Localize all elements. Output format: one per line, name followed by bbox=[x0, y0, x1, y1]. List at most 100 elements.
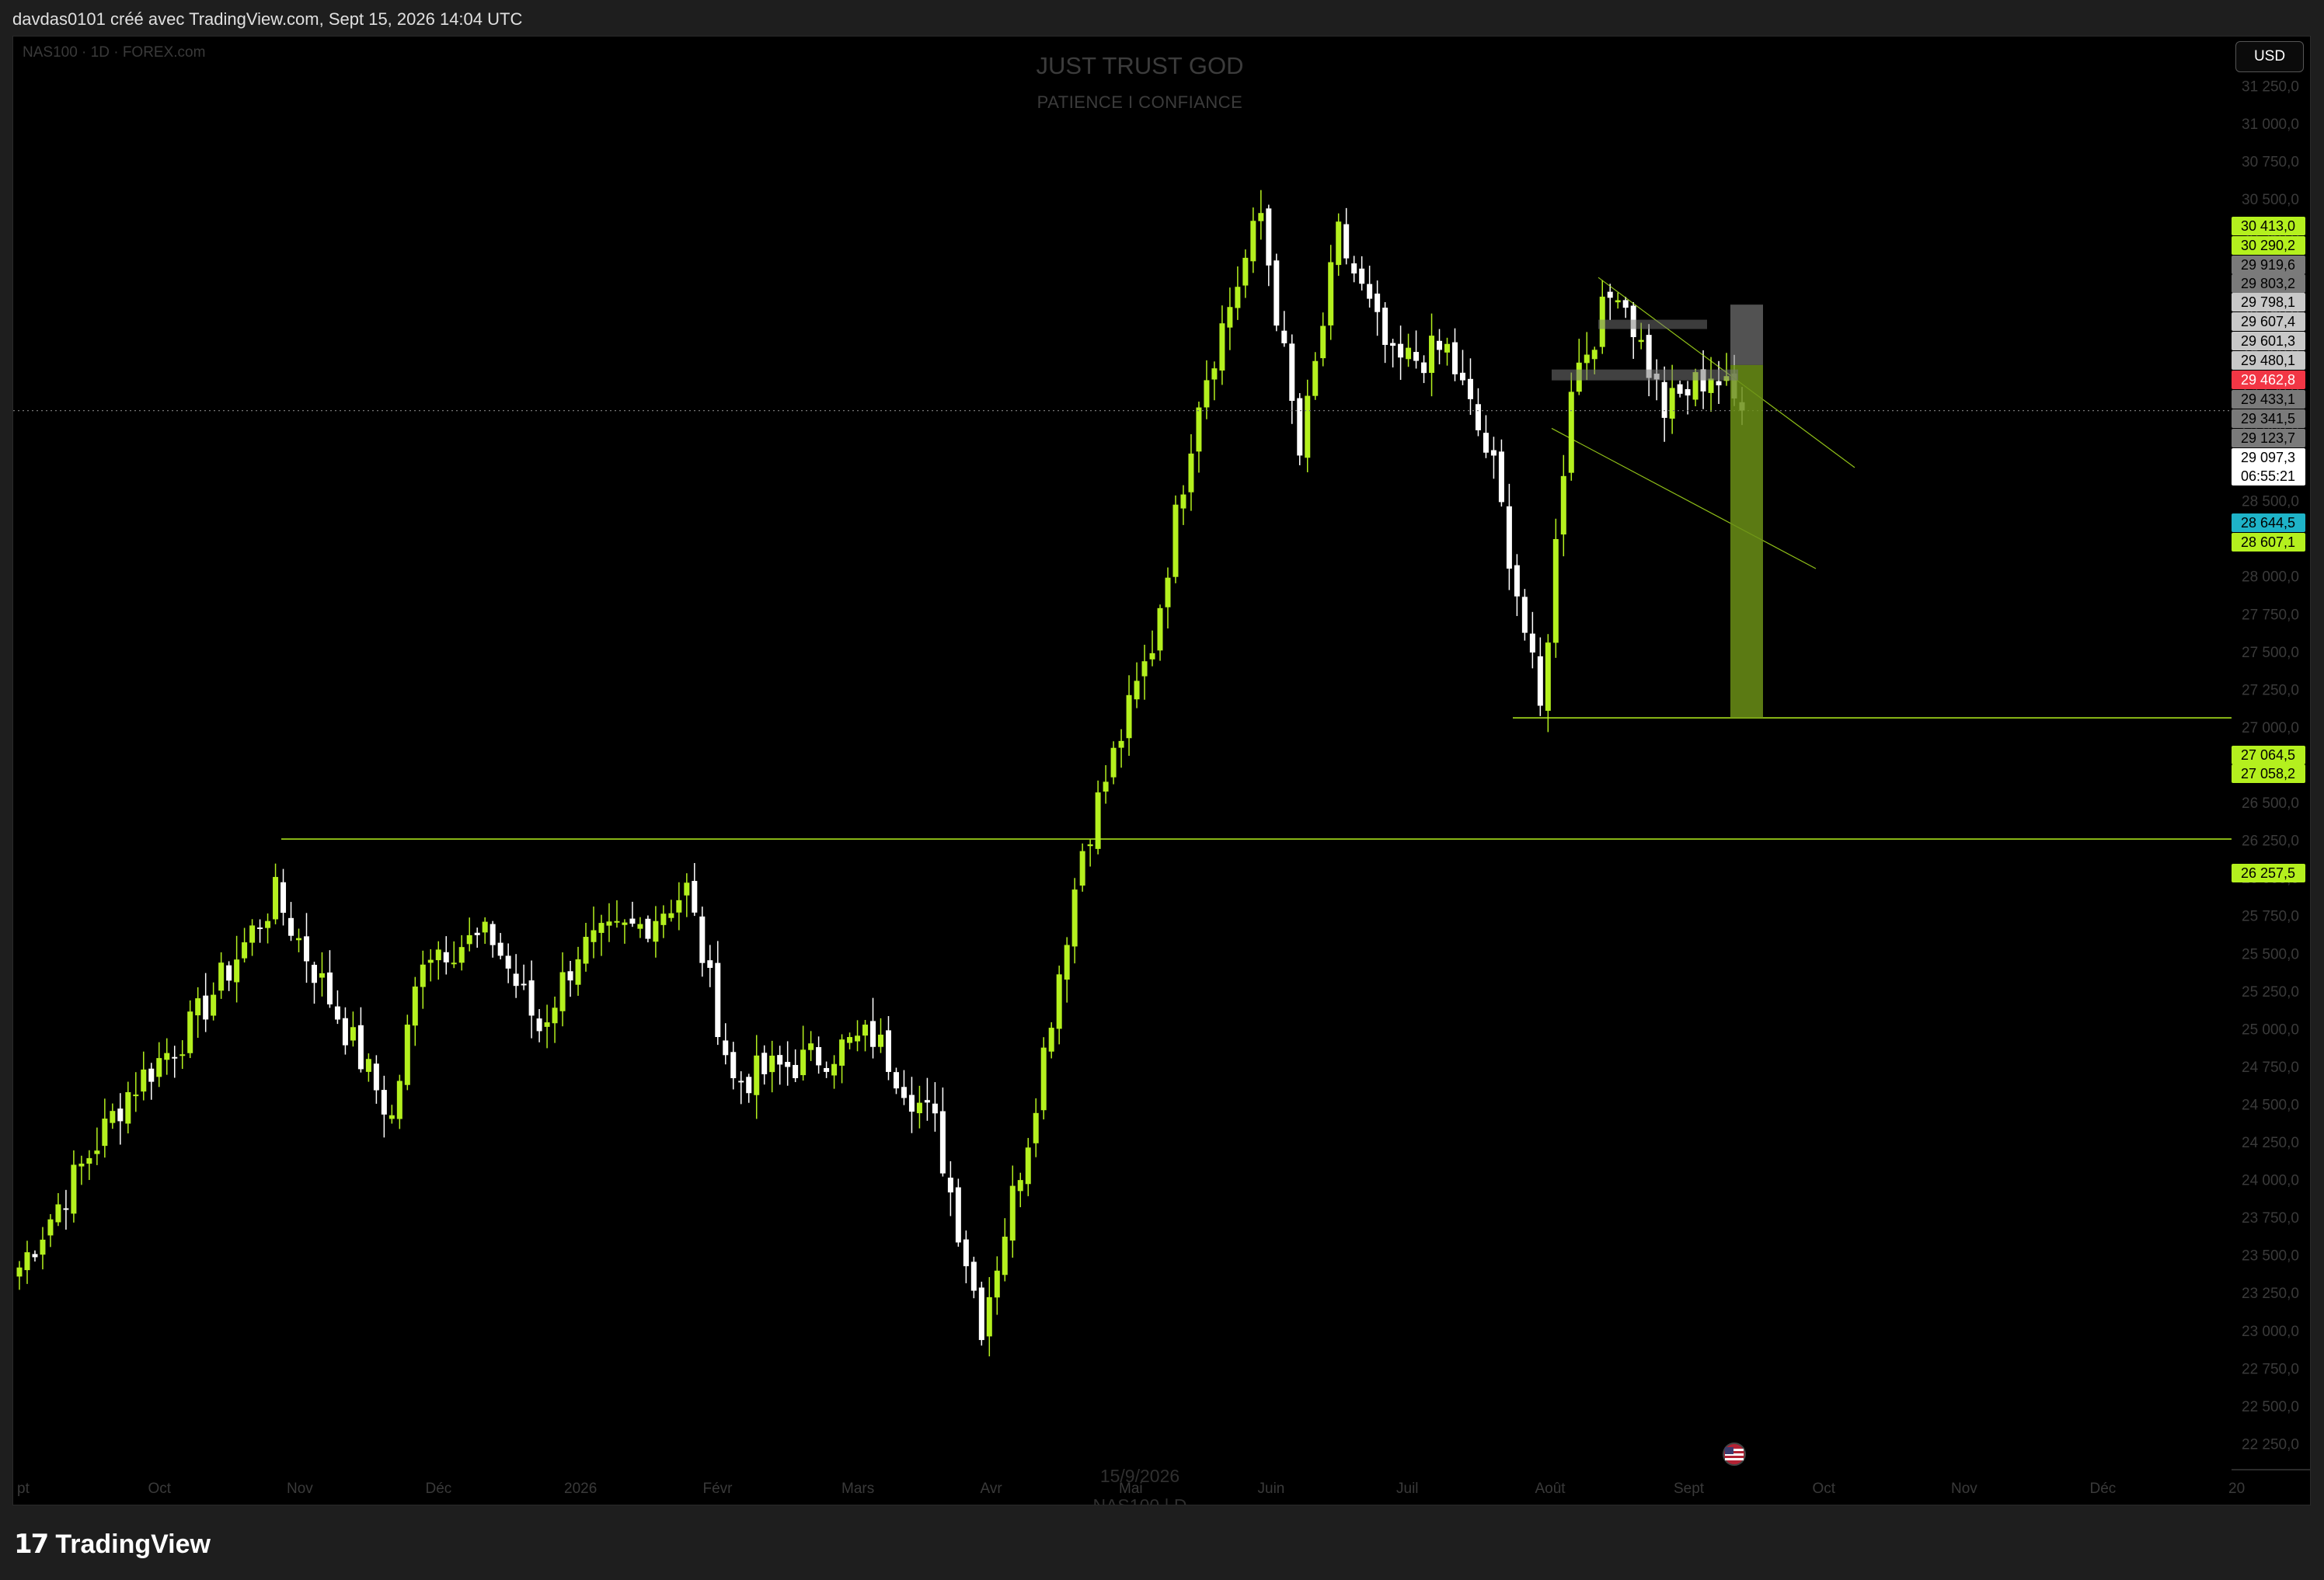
x-tick-label: Nov bbox=[1951, 1481, 1977, 1497]
candle-body bbox=[1459, 372, 1465, 381]
candle-body bbox=[1669, 388, 1675, 419]
candle-body bbox=[676, 900, 682, 913]
candle-body bbox=[707, 960, 713, 968]
price-badge-label: 30 413,0 bbox=[2241, 218, 2295, 234]
y-tick-label: 25 000,0 bbox=[2242, 1021, 2299, 1038]
price-badge-label: 29 123,7 bbox=[2241, 430, 2295, 446]
candle-body bbox=[1227, 307, 1233, 328]
price-badge-label: 26 257,5 bbox=[2241, 865, 2295, 881]
candle-body bbox=[839, 1039, 845, 1066]
candle-body bbox=[963, 1239, 969, 1267]
candle-body bbox=[978, 1287, 984, 1341]
candle-body bbox=[575, 959, 581, 985]
candle-body bbox=[777, 1055, 783, 1065]
bottom-bar: 17 TradingView bbox=[0, 1507, 2324, 1580]
candle-body bbox=[1025, 1147, 1031, 1185]
price-chart[interactable]: 31 250,031 000,030 750,030 500,030 250,0… bbox=[13, 37, 2311, 1505]
x-tick-label: Déc bbox=[426, 1481, 452, 1497]
candle-body bbox=[1048, 1028, 1054, 1052]
candle-body bbox=[1406, 347, 1412, 360]
y-tick-label: 30 500,0 bbox=[2242, 192, 2299, 208]
candle-body bbox=[1289, 343, 1295, 402]
us-flag-icon[interactable] bbox=[1717, 1441, 1751, 1467]
candle-body bbox=[427, 959, 434, 963]
candle-body bbox=[304, 936, 309, 962]
candle-body bbox=[1529, 633, 1535, 653]
price-badge-label: 27 064,5 bbox=[2241, 747, 2295, 763]
candle-body bbox=[1149, 653, 1155, 659]
x-tick-label: Oct bbox=[148, 1481, 172, 1497]
candle-body bbox=[1552, 538, 1559, 643]
x-tick-label: Févr bbox=[703, 1481, 733, 1497]
y-tick-label: 24 750,0 bbox=[2242, 1060, 2299, 1076]
candle-body bbox=[1273, 260, 1280, 326]
candle-body bbox=[63, 1208, 69, 1210]
x-tick-label: Mars bbox=[841, 1481, 874, 1497]
candle-body bbox=[16, 1267, 23, 1277]
price-badge-label: 29 341,5 bbox=[2241, 411, 2295, 426]
candle-body bbox=[164, 1053, 170, 1060]
candle-body bbox=[1452, 342, 1458, 374]
candle-body bbox=[878, 1034, 883, 1047]
candle-body bbox=[746, 1077, 752, 1094]
candle-body bbox=[1490, 450, 1496, 456]
candle-body bbox=[1312, 360, 1319, 396]
price-badge-label: 29 798,1 bbox=[2241, 294, 2295, 310]
candle-body bbox=[785, 1062, 791, 1067]
candle-body bbox=[218, 962, 225, 991]
candle-body bbox=[692, 881, 698, 913]
candle-body bbox=[242, 942, 248, 959]
y-tick-label: 23 500,0 bbox=[2242, 1248, 2299, 1265]
y-tick-label: 30 750,0 bbox=[2242, 155, 2299, 171]
candle-body bbox=[598, 923, 605, 933]
candle-body bbox=[1591, 350, 1598, 360]
candle-body bbox=[280, 882, 287, 914]
candle-body bbox=[637, 924, 643, 929]
y-tick-label: 24 250,0 bbox=[2242, 1135, 2299, 1151]
tradingview-logo[interactable]: 17 TradingView bbox=[14, 1529, 211, 1560]
candle-body bbox=[1328, 262, 1334, 325]
candle-body bbox=[265, 921, 271, 928]
candle-body bbox=[970, 1262, 977, 1291]
candle-body bbox=[939, 1111, 946, 1174]
candle-body bbox=[870, 1021, 876, 1047]
candle-body bbox=[668, 913, 674, 918]
candle-body bbox=[451, 962, 457, 965]
candle-body bbox=[1537, 656, 1543, 706]
y-tick-label: 23 000,0 bbox=[2242, 1324, 2299, 1340]
candle-body bbox=[141, 1069, 147, 1092]
candle-body bbox=[738, 1081, 744, 1083]
currency-button[interactable]: USD bbox=[2235, 41, 2304, 72]
candle-body bbox=[1087, 844, 1093, 847]
brand-name: TradingView bbox=[55, 1529, 211, 1559]
price-badge-label: 29 433,1 bbox=[2241, 392, 2295, 407]
candle-body bbox=[1110, 747, 1117, 778]
target-box bbox=[1730, 364, 1763, 719]
candle-body bbox=[482, 921, 488, 933]
chart-frame[interactable]: NAS100 · 1D · FOREX.com JUST TRUST GOD P… bbox=[12, 36, 2311, 1505]
candle-body bbox=[1002, 1236, 1008, 1275]
price-badge-label: 28 644,5 bbox=[2241, 515, 2295, 531]
tv-logo-icon: 17 bbox=[14, 1529, 49, 1560]
candle-body bbox=[1413, 352, 1420, 361]
candle-body bbox=[1521, 597, 1528, 633]
candle-body bbox=[924, 1100, 930, 1103]
candle-body bbox=[629, 918, 636, 924]
x-tick-label: Déc bbox=[2090, 1481, 2117, 1497]
candle-body bbox=[1390, 343, 1396, 346]
candle-body bbox=[110, 1111, 116, 1123]
candle-body bbox=[1444, 343, 1451, 353]
x-tick-label: Oct bbox=[1813, 1481, 1836, 1497]
candle-body bbox=[1079, 851, 1085, 886]
candle-body bbox=[55, 1204, 61, 1223]
candle-body bbox=[474, 932, 480, 935]
candle-body bbox=[816, 1046, 822, 1066]
candle-body bbox=[420, 964, 426, 987]
candle-body bbox=[1095, 792, 1101, 849]
price-badge-label: 29 097,3 bbox=[2241, 450, 2295, 465]
candle-body bbox=[769, 1055, 775, 1073]
channel-lower bbox=[1551, 427, 1817, 569]
candle-body bbox=[808, 1043, 814, 1050]
candle-body bbox=[513, 973, 519, 987]
price-badge-label: 29 480,1 bbox=[2241, 353, 2295, 368]
